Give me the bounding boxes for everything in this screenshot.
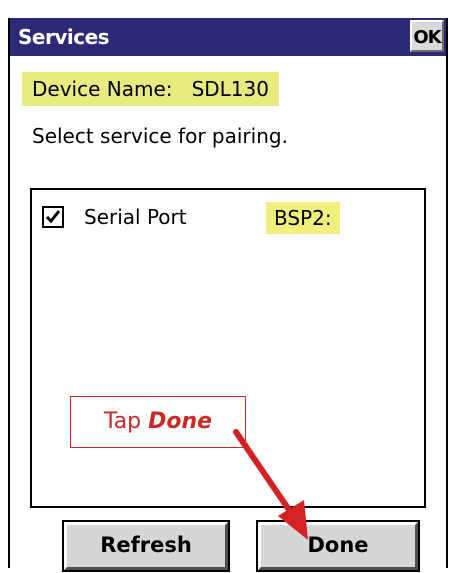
ok-button[interactable]: OK <box>410 20 444 52</box>
screenshot-frame: Services OK Device Name: SDL130 Select s… <box>0 0 456 573</box>
refresh-button[interactable]: Refresh <box>62 520 230 572</box>
title-bar: Services OK <box>10 18 446 56</box>
checkmark-icon <box>45 210 61 224</box>
list-item[interactable]: Serial Port BSP2: <box>42 202 412 234</box>
service-list[interactable]: Serial Port BSP2: <box>30 188 426 508</box>
callout-emphasis: Done <box>148 409 213 434</box>
done-button[interactable]: Done <box>256 520 420 572</box>
service-checkbox[interactable] <box>42 206 64 228</box>
window-title: Services <box>18 25 110 49</box>
services-dialog: Services OK Device Name: SDL130 Select s… <box>8 18 448 572</box>
callout-prefix: Tap <box>103 409 149 434</box>
device-name-label: Device Name: SDL130 <box>22 72 279 106</box>
tap-done-callout: Tap Done <box>70 396 246 448</box>
service-name: Serial Port <box>84 205 187 229</box>
port-badge: BSP2: <box>266 202 340 234</box>
pairing-instruction: Select service for pairing. <box>32 124 288 148</box>
